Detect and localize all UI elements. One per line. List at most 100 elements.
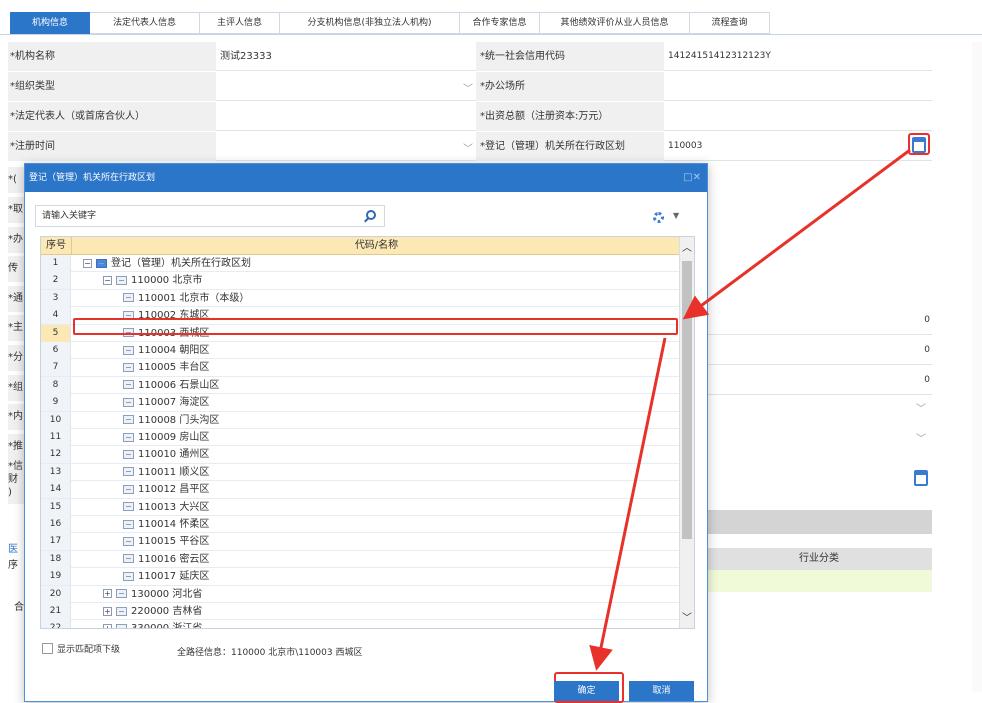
calendar-icon[interactable] <box>912 137 926 153</box>
register-date-select[interactable] <box>218 132 478 161</box>
scroll-up-icon[interactable]: ︿ <box>682 239 692 254</box>
search-icon[interactable] <box>366 210 376 220</box>
row-seq: 14 <box>41 481 71 499</box>
chevron-down-icon[interactable]: ﹀ <box>916 400 926 415</box>
value-cell: 0 <box>706 366 932 395</box>
tree-row[interactable]: 2 − 110000 北京市 <box>41 272 681 290</box>
side-label: 合 <box>14 602 24 613</box>
side-label: 医 <box>8 544 18 555</box>
row-seq: 2 <box>41 272 71 290</box>
calendar-icon[interactable] <box>914 470 928 486</box>
ok-button[interactable]: 确定 <box>554 681 619 701</box>
tab-0[interactable]: 机构信息 <box>10 12 90 34</box>
expand-icon[interactable]: + <box>103 589 112 599</box>
tree-node[interactable]: 110017 延庆区 <box>123 568 209 585</box>
row-seq: 12 <box>41 446 71 464</box>
capital-input[interactable] <box>666 102 932 131</box>
tree-node[interactable]: 110007 海淀区 <box>123 394 209 411</box>
expand-icon[interactable]: + <box>103 606 112 616</box>
tree-node[interactable]: 110010 通州区 <box>123 446 209 463</box>
expand-icon[interactable]: + <box>103 623 112 628</box>
gear-icon[interactable] <box>653 212 664 223</box>
dialog-controls[interactable]: □✕ <box>683 172 701 183</box>
region-code-input[interactable]: 110003 <box>666 132 932 161</box>
tree-row[interactable]: 9 110007 海淀区 <box>41 394 681 412</box>
tree-row[interactable]: 16 110014 怀柔区 <box>41 516 681 534</box>
tree-row[interactable]: 8 110006 石景山区 <box>41 376 681 395</box>
tab-2[interactable]: 主评人信息 <box>200 12 280 34</box>
tree-node[interactable]: 110006 石景山区 <box>123 377 219 394</box>
tree-node[interactable]: +330000 浙江省 <box>103 620 202 628</box>
tab-4[interactable]: 合作专家信息 <box>460 12 540 34</box>
tab-5[interactable]: 其他绩效评价从业人员信息 <box>540 12 690 34</box>
tree-row[interactable]: 22 +330000 浙江省 <box>41 620 681 628</box>
tree-node[interactable]: 110005 丰台区 <box>123 359 209 376</box>
tree-row[interactable]: 11 110009 房山区 <box>41 429 681 447</box>
row-seq: 9 <box>41 394 71 412</box>
legal-rep-input[interactable] <box>218 102 478 131</box>
collapse-icon[interactable]: − <box>103 275 112 285</box>
page-scrollbar[interactable] <box>972 42 982 692</box>
chevron-down-icon[interactable]: ▼ <box>673 211 679 220</box>
tree-row[interactable]: 21 +220000 吉林省 <box>41 603 681 621</box>
cancel-button[interactable]: 取消 <box>629 681 694 701</box>
tree-node[interactable]: 110001 北京市（本级） <box>123 290 249 307</box>
tree-node[interactable]: − 110000 北京市 <box>103 272 202 289</box>
field-label: *办公场所 <box>476 72 664 101</box>
tree-node[interactable]: 110013 大兴区 <box>123 499 209 516</box>
tree-node[interactable]: 110016 密云区 <box>123 551 209 568</box>
tree-row[interactable]: 10 110008 门头沟区 <box>41 411 681 429</box>
tab-1[interactable]: 法定代表人信息 <box>90 12 200 34</box>
grid-scrollbar[interactable]: ︿ ﹀ <box>679 237 694 628</box>
tree-row[interactable]: 7 110005 丰台区 <box>41 359 681 377</box>
tree-node[interactable]: 110009 房山区 <box>123 429 209 446</box>
tree-node[interactable]: 110008 门头沟区 <box>123 412 219 429</box>
tree-node[interactable]: 110012 昌平区 <box>123 481 209 498</box>
org-type-select[interactable] <box>218 72 478 101</box>
tree-row[interactable]: 6 110004 朝阳区 <box>41 342 681 360</box>
tree-row[interactable]: 18 110016 密云区 <box>41 550 681 569</box>
show-children-checkbox[interactable] <box>42 643 53 654</box>
chevron-down-icon[interactable]: ﹀ <box>916 430 926 445</box>
tab-3[interactable]: 分支机构信息(非独立法人机构) <box>280 12 460 34</box>
industry-header: 行业分类 <box>706 548 932 570</box>
tree-row[interactable]: 13 110011 顺义区 <box>41 463 681 482</box>
section-bar <box>706 510 932 534</box>
scroll-down-icon[interactable]: ﹀ <box>682 609 692 624</box>
tree-row[interactable]: 14 110012 昌平区 <box>41 481 681 499</box>
office-input[interactable] <box>666 72 932 101</box>
tree-node[interactable]: 110011 顺义区 <box>123 464 209 481</box>
tree-node[interactable]: +130000 河北省 <box>103 586 202 603</box>
tree-node[interactable]: − 登记（管理）机关所在行政区划 <box>83 255 251 272</box>
tree-row[interactable]: 12 110010 通州区 <box>41 446 681 464</box>
grid-header: 序号 代码/名称 <box>41 237 681 255</box>
node-icon <box>123 415 134 425</box>
row-seq: 21 <box>41 603 71 620</box>
tree-node[interactable]: 110015 平谷区 <box>123 533 209 550</box>
tree-row[interactable]: 20 +130000 河北省 <box>41 585 681 603</box>
search-input[interactable]: 请输入关键字 <box>35 205 385 227</box>
collapse-icon[interactable]: − <box>83 258 92 268</box>
row-seq: 16 <box>41 516 71 533</box>
credit-code-input[interactable]: 14124151412312123Y <box>666 42 932 71</box>
arrow-to-row <box>682 148 911 320</box>
tree-node[interactable]: 110014 怀柔区 <box>123 516 209 533</box>
tab-6[interactable]: 流程查询 <box>690 12 770 34</box>
tree-row[interactable]: 17 110015 平谷区 <box>41 533 681 551</box>
tree-row[interactable]: 1 − 登记（管理）机关所在行政区划 <box>41 255 681 273</box>
chevron-down-icon[interactable]: ﹀ <box>463 80 473 95</box>
node-label: 110005 丰台区 <box>138 362 210 374</box>
chevron-down-icon[interactable]: ﹀ <box>463 140 473 155</box>
tree-row[interactable]: 19 110017 延庆区 <box>41 568 681 586</box>
row-seq: 7 <box>41 359 71 377</box>
tree-node[interactable]: 110004 朝阳区 <box>123 342 209 359</box>
tree-row[interactable]: 3 110001 北京市（本级） <box>41 289 681 308</box>
field-label: *登记（管理）机关所在行政区划 <box>476 132 664 161</box>
tree-node[interactable]: +220000 吉林省 <box>103 603 202 620</box>
tree-row[interactable]: 15 110013 大兴区 <box>41 498 681 516</box>
form-row-type: *组织类型 ﹀ *办公场所 <box>8 72 932 101</box>
institution-name-input[interactable]: 测试23333 <box>218 42 478 71</box>
field-label: *注册时间 <box>8 132 216 161</box>
form-row-name: *机构名称 测试23333 *统一社会信用代码 1412415141231212… <box>8 42 932 71</box>
scrollbar-thumb[interactable] <box>682 261 692 539</box>
